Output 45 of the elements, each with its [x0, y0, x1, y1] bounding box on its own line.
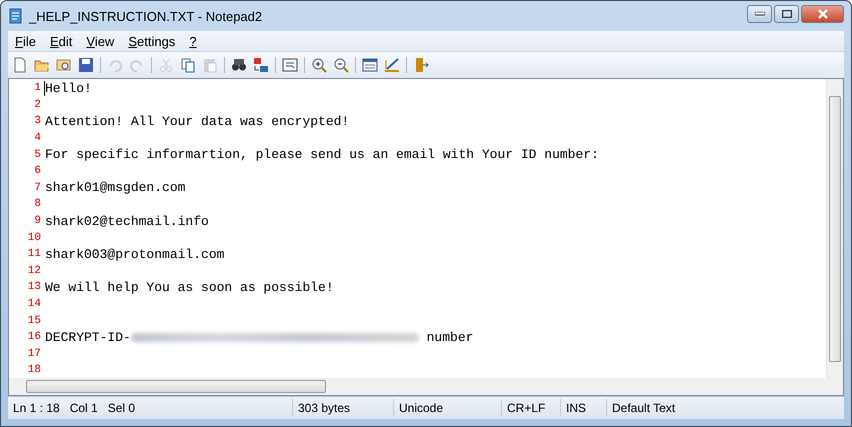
text-line: Attention! All Your data was encrypted! [45, 114, 350, 129]
window-title: _HELP_INSTRUCTION.TXT - Notepad2 [29, 8, 264, 24]
text-line: shark02@techmail.info [45, 214, 209, 229]
customize-icon[interactable] [384, 57, 400, 73]
close-button[interactable] [801, 5, 844, 23]
browse-icon[interactable] [56, 57, 72, 73]
minimize-icon [754, 12, 764, 16]
copy-icon[interactable] [180, 57, 196, 73]
text-line: We will help You as soon as possible! [45, 280, 334, 295]
text-line: shark003@protonmail.com [45, 246, 224, 262]
menu-item[interactable]: File [8, 34, 43, 48]
wrap-icon[interactable] [282, 57, 298, 73]
minimize-button[interactable] [747, 5, 772, 23]
status-field: Ln 1 : 18 Col 1 Sel 0 [8, 399, 293, 417]
status-field: INS [561, 399, 607, 417]
status-field: Default Text [607, 399, 680, 417]
scrollbar-thumb[interactable] [829, 96, 841, 362]
find-icon[interactable] [231, 57, 247, 73]
status-field: CR+LF [502, 399, 561, 417]
text-line: shark01@msgden.com [45, 180, 186, 196]
status-field: 303 bytes [293, 399, 394, 417]
menu-item[interactable]: ? [182, 34, 204, 48]
notepad-icon [8, 8, 24, 24]
horizontal-scrollbar[interactable] [9, 378, 826, 395]
vertical-scrollbar[interactable] [826, 79, 843, 378]
text-line: DECRYPT-ID- [45, 330, 131, 345]
maximize-icon [782, 10, 792, 18]
exit-icon[interactable] [413, 57, 429, 73]
text-line: number [426, 330, 474, 345]
zoom-out-icon[interactable] [333, 57, 349, 73]
menu-item[interactable]: Settings [121, 34, 182, 48]
close-icon [816, 9, 828, 19]
text-line: Hello! [45, 80, 92, 96]
maximize-button[interactable] [774, 5, 799, 23]
text-line: For specific informartion, please send us an email with Your ID number: [45, 147, 599, 162]
scheme-icon[interactable] [362, 57, 378, 73]
save-icon[interactable] [78, 57, 94, 73]
scrollbar-thumb[interactable] [26, 380, 326, 393]
replace-icon[interactable] [253, 57, 269, 73]
zoom-in-icon[interactable] [311, 57, 327, 73]
text-cursor [44, 80, 45, 96]
new-icon[interactable] [12, 57, 28, 73]
menu-item[interactable]: View [79, 34, 122, 48]
status-field: Unicode [394, 399, 502, 417]
menu-item[interactable]: Edit [42, 34, 80, 48]
